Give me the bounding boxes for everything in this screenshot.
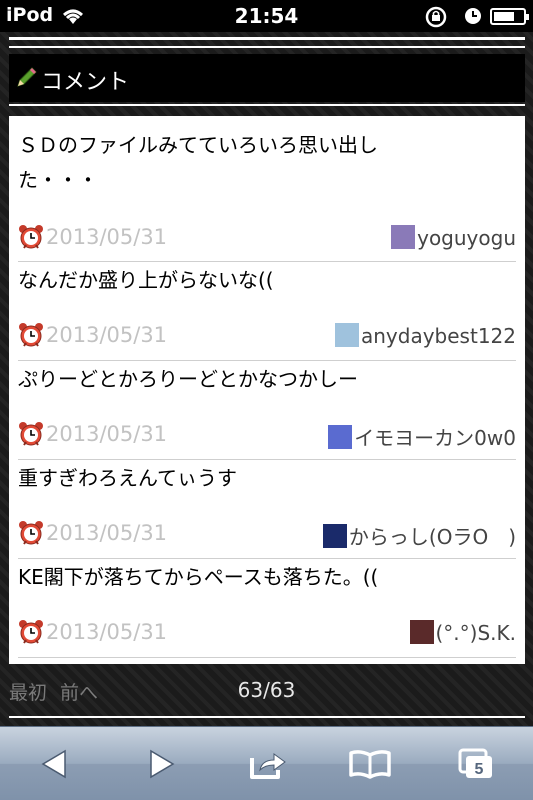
comment-item: ぷりーどとかろりーどとかなつかしー 2013/05/31 イモヨーカン0w0: [18, 362, 516, 460]
comment-date: 2013/05/31: [46, 620, 168, 644]
alarm-status-icon: [464, 7, 482, 29]
comment-date: 2013/05/31: [46, 521, 168, 545]
comment-meta: 2013/05/31 anydaybest122: [18, 320, 516, 354]
divider: [9, 37, 525, 40]
bookmarks-button[interactable]: [342, 741, 398, 787]
alarm-clock-icon: [18, 322, 44, 352]
comment-text: ＳＤのファイルみてていろいろ思い出した・・・: [18, 133, 378, 192]
divider: [9, 716, 525, 718]
comment-user[interactable]: イモヨーカン0w0: [328, 422, 516, 451]
comment-text: 重すぎわろえんてぃうす: [18, 466, 237, 490]
user-avatar: [328, 425, 353, 449]
alarm-clock-icon: [18, 520, 44, 550]
tabs-button[interactable]: 5: [448, 741, 504, 787]
user-name: からっし(OラO ): [348, 525, 516, 549]
comment-date: 2013/05/31: [46, 422, 168, 446]
forward-arrow-icon: [150, 749, 175, 779]
comment-text: KE閣下が落ちてからペースも落ちた。((: [18, 565, 379, 589]
bookmarks-icon: [349, 750, 391, 779]
user-name: yoguyogu: [417, 226, 516, 250]
web-page[interactable]: コメント ＳＤのファイルみてていろいろ思い出した・・・ 2013/05/31 y…: [0, 32, 533, 726]
comment-meta: 2013/05/31 yoguyogu: [18, 222, 516, 256]
comment-date: 2013/05/31: [46, 323, 168, 347]
comment-user[interactable]: yoguyogu: [391, 225, 516, 250]
pencil-icon: [15, 65, 39, 93]
back-arrow-icon: [41, 749, 66, 779]
comment-date: 2013/05/31: [46, 225, 168, 249]
tabs-icon: 5: [458, 748, 492, 778]
browser-toolbar: 5: [0, 726, 533, 800]
status-bar: iPod 21:54: [0, 0, 533, 32]
comment-user[interactable]: からっし(OラO ): [322, 521, 516, 550]
page-counter: 63/63: [237, 678, 296, 702]
battery-icon: [490, 8, 529, 25]
divider: [9, 104, 525, 106]
tabs-count: 5: [475, 761, 484, 778]
comment-meta: 2013/05/31 からっし(OラO ): [18, 518, 516, 552]
comment-item: ＳＤのファイルみてていろいろ思い出した・・・ 2013/05/31 yoguyo…: [18, 128, 516, 262]
user-avatar: [391, 225, 416, 249]
comment-meta: 2013/05/31 イモヨーカン0w0: [18, 419, 516, 453]
comment-item: なんだか盛り上がらないな(( 2013/05/31 anydaybest122: [18, 263, 516, 361]
alarm-clock-icon: [18, 421, 44, 451]
user-avatar: [335, 323, 359, 347]
user-name: (°.°)S.K.: [435, 621, 517, 645]
comment-meta: 2013/05/31 (°.°)S.K.: [18, 617, 516, 651]
battery-level: [494, 12, 514, 21]
alarm-clock-icon: [18, 619, 44, 649]
clock-time: 21:54: [234, 4, 299, 28]
back-button[interactable]: [26, 741, 82, 787]
rotation-lock-icon: [424, 6, 448, 32]
alarm-clock-icon: [18, 224, 44, 254]
user-name: anydaybest122: [361, 324, 516, 348]
user-avatar: [322, 524, 347, 548]
share-icon: [250, 753, 286, 779]
comment-text: なんだか盛り上がらないな((: [18, 268, 274, 292]
comment-section-header: コメント: [9, 54, 525, 102]
divider: [9, 46, 525, 48]
comment-user[interactable]: anydaybest122: [335, 323, 516, 348]
forward-button[interactable]: [134, 741, 190, 787]
section-title: コメント: [41, 70, 130, 95]
comment-text: ぷりーどとかろりーどとかなつかしー: [18, 367, 358, 391]
comment-list: ＳＤのファイルみてていろいろ思い出した・・・ 2013/05/31 yoguyo…: [9, 116, 525, 664]
user-avatar: [409, 620, 434, 644]
comment-user[interactable]: (°.°)S.K.: [409, 620, 517, 645]
comment-item: KE閣下が落ちてからペースも落ちた。(( 2013/05/31 (°.°)S.K…: [18, 560, 516, 658]
share-button[interactable]: [240, 741, 296, 787]
user-name: イモヨーカン0w0: [354, 426, 516, 450]
comment-item: 重すぎわろえんてぃうす 2013/05/31 からっし(OラO ): [18, 461, 516, 559]
pagination: 最初 前へ 63/63: [0, 672, 533, 708]
